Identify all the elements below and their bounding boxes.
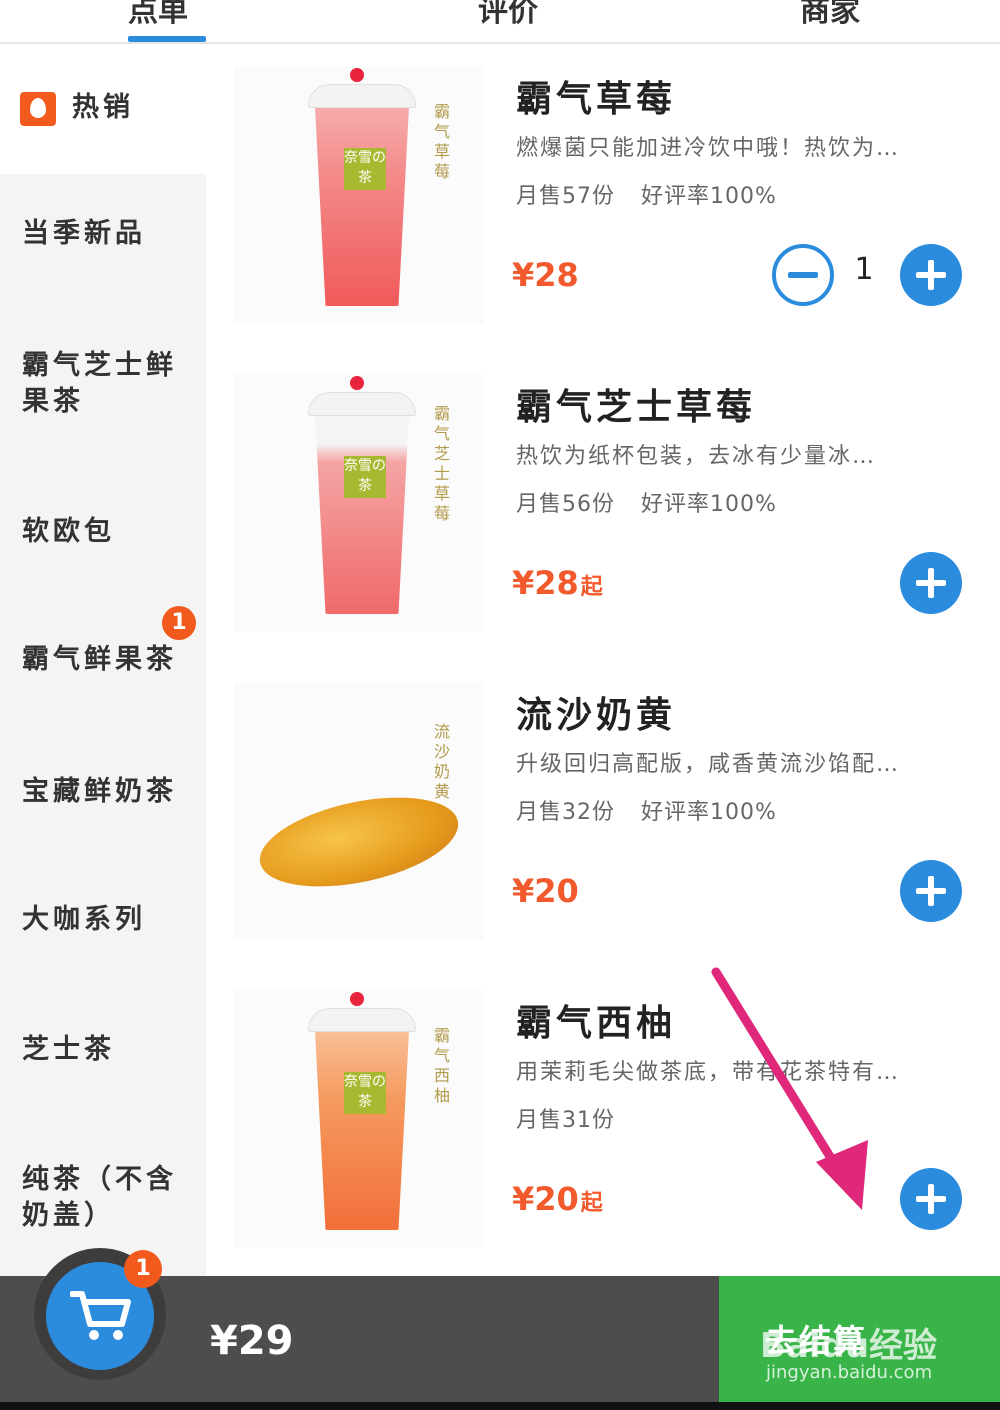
product-description: 升级回归高配版，咸香黄流沙馅配… bbox=[516, 752, 901, 777]
sidebar-item-label: 软欧包 bbox=[22, 516, 115, 547]
quantity-value: 1 bbox=[854, 252, 874, 287]
product-price: ¥20起 bbox=[512, 1180, 603, 1218]
sidebar-item-hot[interactable]: 热销 bbox=[0, 44, 206, 174]
sidebar-item-label: 当季新品 bbox=[22, 218, 146, 249]
flame-icon bbox=[20, 92, 56, 126]
watermark-logo: Baidu经验 bbox=[760, 1326, 938, 1366]
add-to-cart-button[interactable] bbox=[900, 552, 962, 614]
product-image: 流沙奶黄 bbox=[234, 682, 484, 940]
product-stats: 月售57份 好评率100% bbox=[516, 178, 795, 210]
product-name: 霸气芝士草莓 bbox=[516, 387, 757, 428]
sidebar-item-coffee[interactable]: 大咖系列 bbox=[0, 902, 206, 938]
product-item[interactable]: 奈雪の茶 霸气草莓 霸气草莓 燃爆菌只能加进冷饮中哦！热饮为… 月售57份 好评… bbox=[206, 50, 1000, 358]
product-item[interactable]: 流沙奶黄 流沙奶黄 升级回归高配版，咸香黄流沙馅配… 月售32份 好评率100%… bbox=[206, 666, 1000, 974]
product-image: 奈雪の茶 霸气芝士草莓 bbox=[234, 374, 484, 632]
category-sidebar: 热销 当季新品 霸气芝士鲜果茶 软欧包 霸气鲜果茶 1 宝藏鲜奶茶 大咖系列 芝… bbox=[0, 44, 206, 1276]
product-price: ¥28 bbox=[512, 256, 579, 294]
rating: 好评率100% bbox=[641, 492, 777, 517]
brand-label: 奈雪の茶 bbox=[344, 1072, 386, 1114]
product-image: 奈雪の茶 霸气西柚 bbox=[234, 990, 484, 1248]
tab-merchant[interactable]: 商家 bbox=[800, 0, 860, 30]
sidebar-item-label: 宝藏鲜奶茶 bbox=[22, 776, 177, 807]
sidebar-item-label: 纯茶（不含奶盖） bbox=[22, 1164, 177, 1231]
tab-reviews[interactable]: 评价 bbox=[478, 0, 538, 30]
monthly-sales: 月售32份 bbox=[516, 800, 615, 825]
brand-label: 奈雪の茶 bbox=[344, 456, 386, 498]
watermark-url: jingyan.baidu.com bbox=[766, 1362, 933, 1383]
sidebar-item-label: 大咖系列 bbox=[22, 904, 146, 935]
add-to-cart-button[interactable] bbox=[900, 244, 962, 306]
product-name: 霸气西柚 bbox=[516, 1003, 677, 1044]
top-tab-bar: 点单 评价 商家 bbox=[0, 0, 1000, 44]
sidebar-item-pure-tea[interactable]: 纯茶（不含奶盖） bbox=[0, 1162, 206, 1234]
decrease-quantity-button[interactable] bbox=[772, 244, 834, 306]
monthly-sales: 月售57份 bbox=[516, 184, 615, 209]
image-caption: 霸气草莓 bbox=[434, 102, 451, 181]
sidebar-item-cheese-tea[interactable]: 芝士茶 bbox=[0, 1032, 206, 1068]
rating: 好评率100% bbox=[641, 800, 777, 825]
sidebar-item-cheese-fruit-tea[interactable]: 霸气芝士鲜果茶 bbox=[0, 348, 206, 420]
cart-total: ¥29 bbox=[210, 1318, 294, 1364]
sidebar-item-label: 霸气芝士鲜果茶 bbox=[22, 350, 177, 417]
shopping-cart-icon bbox=[70, 1291, 131, 1340]
product-stats: 月售56份 好评率100% bbox=[516, 486, 795, 518]
image-caption: 流沙奶黄 bbox=[434, 722, 451, 801]
product-name: 霸气草莓 bbox=[516, 79, 677, 120]
product-image: 奈雪の茶 霸气草莓 bbox=[234, 66, 484, 324]
product-price: ¥28起 bbox=[512, 564, 603, 602]
product-stats: 月售32份 好评率100% bbox=[516, 794, 795, 826]
sidebar-item-label: 芝士茶 bbox=[22, 1034, 115, 1065]
rating: 好评率100% bbox=[641, 184, 777, 209]
category-count-badge: 1 bbox=[162, 606, 196, 640]
add-to-cart-button[interactable] bbox=[900, 1168, 962, 1230]
product-description: 用茉莉毛尖做茶底，带有花茶特有… bbox=[516, 1060, 901, 1085]
active-tab-indicator bbox=[128, 36, 206, 42]
product-description: 燃爆菌只能加进冷饮中哦！热饮为… bbox=[516, 136, 901, 161]
monthly-sales: 月售31份 bbox=[516, 1108, 615, 1133]
product-item[interactable]: 奈雪の茶 霸气西柚 霸气西柚 用茉莉毛尖做茶底，带有花茶特有… 月售31份 ¥2… bbox=[206, 974, 1000, 1282]
sidebar-item-label: 霸气鲜果茶 bbox=[22, 644, 177, 675]
product-stats: 月售31份 bbox=[516, 1102, 633, 1134]
image-caption: 霸气芝士草莓 bbox=[434, 404, 451, 523]
sidebar-item-new-season[interactable]: 当季新品 bbox=[0, 216, 206, 252]
sidebar-item-soft-bread[interactable]: 软欧包 bbox=[0, 514, 206, 550]
tab-order[interactable]: 点单 bbox=[128, 0, 188, 30]
brand-label: 奈雪の茶 bbox=[344, 148, 386, 190]
cart-count-badge: 1 bbox=[124, 1250, 162, 1288]
monthly-sales: 月售56份 bbox=[516, 492, 615, 517]
sidebar-item-milk-tea[interactable]: 宝藏鲜奶茶 bbox=[0, 774, 206, 810]
product-item[interactable]: 奈雪の茶 霸气芝士草莓 霸气芝士草莓 热饮为纸杯包装，去冰有少量冰… 月售56份… bbox=[206, 358, 1000, 666]
product-price: ¥20 bbox=[512, 872, 579, 910]
product-description: 热饮为纸杯包装，去冰有少量冰… bbox=[516, 444, 877, 469]
add-to-cart-button[interactable] bbox=[900, 860, 962, 922]
sidebar-item-fresh-fruit-tea[interactable]: 霸气鲜果茶 1 bbox=[0, 606, 206, 678]
product-name: 流沙奶黄 bbox=[516, 695, 677, 736]
image-caption: 霸气西柚 bbox=[434, 1026, 451, 1105]
